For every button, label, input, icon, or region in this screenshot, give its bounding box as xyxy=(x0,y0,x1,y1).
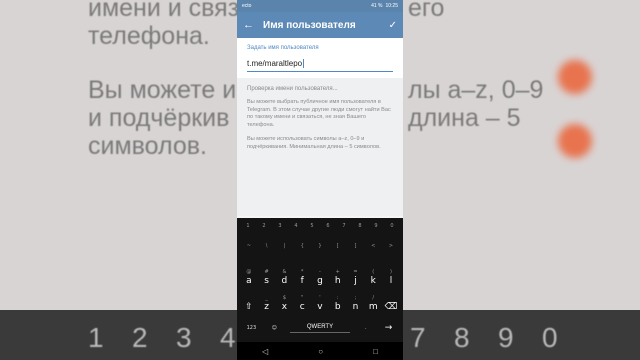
keyboard-row: 123 ☺ QWERTY . → xyxy=(237,322,403,333)
background-digit: 2 xyxy=(132,322,148,353)
enter-key-icon[interactable]: → xyxy=(382,323,396,333)
keyboard-key-k[interactable]: (k xyxy=(366,268,380,286)
keyboard-key-h[interactable]: + h xyxy=(331,268,345,286)
background-text: и подчёркив xyxy=(88,104,230,132)
background-text: Вы можете и xyxy=(88,76,237,104)
text-caret xyxy=(303,59,305,68)
keyboard-key[interactable]: 3 xyxy=(273,222,287,230)
keyboard-key-s[interactable]: # s xyxy=(260,268,274,286)
nav-back-icon[interactable]: ◁ xyxy=(262,347,268,356)
keyboard-key[interactable]: 2 xyxy=(257,222,271,230)
checkmark-icon[interactable]: ✓ xyxy=(389,20,397,31)
username-input[interactable]: t.me/maraltlepo xyxy=(247,59,393,72)
keyboard-key-g[interactable]: -g xyxy=(313,268,327,286)
on-screen-keyboard: 1 2 3 4 5 6 7 8 9 0 ~ \ | { } [ ] < > @ a… xyxy=(237,218,403,342)
shift-key-icon[interactable]: ⇧ xyxy=(242,294,256,312)
background-text: лы a–z, 0–9 xyxy=(408,76,544,104)
keyboard-key-c[interactable]: " c xyxy=(295,294,309,312)
keyboard-key[interactable]: 6 xyxy=(321,222,335,230)
phone-screen: ecto 41 % 10:25 ← Имя пользователя ✓ Зад… xyxy=(237,0,403,360)
keyboard-key[interactable]: 1 xyxy=(241,222,255,230)
background-right-panel xyxy=(403,0,640,310)
keyboard-key-a[interactable]: @ a xyxy=(242,268,256,286)
keyboard-key[interactable]: ~ xyxy=(242,242,256,250)
page-title: Имя пользователя xyxy=(263,19,356,31)
status-bar: ecto 41 % 10:25 xyxy=(237,0,403,12)
space-bar[interactable]: QWERTY xyxy=(289,322,350,333)
keyboard-key[interactable]: 0 xyxy=(385,222,399,230)
checking-status: Проверка имени пользователя... xyxy=(247,86,338,92)
background-text: телефона. xyxy=(88,22,210,50)
symbols-mode-key[interactable]: 123 xyxy=(244,325,258,331)
keyboard-key[interactable]: | xyxy=(277,242,291,250)
navigation-bar: ◁ ○ □ xyxy=(237,342,403,360)
info-paragraph: Вы можете выбрать публичное имя пользова… xyxy=(247,99,391,128)
username-section: Задать имя пользователя t.me/maraltlepo xyxy=(237,38,403,78)
keyboard-key[interactable]: 8 xyxy=(353,222,367,230)
keyboard-key-d[interactable]: & d xyxy=(277,268,291,286)
background-digit: 0 xyxy=(542,322,558,353)
arrow-back-icon[interactable]: ← xyxy=(243,19,257,31)
background-digit: 4 xyxy=(220,322,236,353)
keyboard-key-j[interactable]: = j xyxy=(348,268,362,286)
keyboard-key[interactable]: > xyxy=(384,242,398,250)
background-text: его xyxy=(408,0,445,22)
keyboard-key[interactable]: 7 xyxy=(337,222,351,230)
keyboard-key[interactable]: \ xyxy=(260,242,274,250)
keyboard-row: ⇧ _ z $ x " c ' v :b ; n / m ⌫ xyxy=(237,294,403,312)
nav-home-icon[interactable]: ○ xyxy=(318,347,323,356)
keyboard-key[interactable]: ] xyxy=(348,242,362,250)
keyboard-key-m[interactable]: / m xyxy=(366,294,380,312)
keyboard-key[interactable]: 9 xyxy=(369,222,383,230)
background-digit: 9 xyxy=(498,322,514,353)
background-digit: 7 xyxy=(410,322,426,353)
username-input-value: t.me/maraltlepo xyxy=(247,59,303,68)
keyboard-row: @ a # s & d * f -g + h = j (k ) l xyxy=(237,268,403,286)
username-field-label: Задать имя пользователя xyxy=(247,45,319,51)
background-orange-circle xyxy=(558,60,592,94)
keyboard-row: 1 2 3 4 5 6 7 8 9 0 xyxy=(237,222,403,230)
keyboard-key[interactable]: 4 xyxy=(289,222,303,230)
keyboard-key-n[interactable]: ; n xyxy=(348,294,362,312)
background-text: имени и связа xyxy=(88,0,254,22)
background-digit: 8 xyxy=(454,322,470,353)
keyboard-key-v[interactable]: ' v xyxy=(313,294,327,312)
keyboard-key[interactable]: } xyxy=(313,242,327,250)
keyboard-key[interactable]: [ xyxy=(331,242,345,250)
app-bar: ← Имя пользователя ✓ xyxy=(237,12,403,38)
keyboard-row: ~ \ | { } [ ] < > xyxy=(237,242,403,250)
keyboard-key-b[interactable]: :b xyxy=(331,294,345,312)
info-paragraph: Вы можете использовать символы a–z, 0–9 … xyxy=(247,136,381,150)
backspace-key-icon[interactable]: ⌫ xyxy=(384,294,398,312)
background-text: длина – 5 xyxy=(408,104,521,132)
background-text: символов. xyxy=(88,132,208,160)
clock: 10:25 xyxy=(385,3,398,9)
keyboard-key-l[interactable]: ) l xyxy=(384,268,398,286)
keyboard-key-x[interactable]: $ x xyxy=(277,294,291,312)
keyboard-key[interactable]: 5 xyxy=(305,222,319,230)
emoji-key-icon[interactable]: ☺ xyxy=(267,325,281,331)
keyboard-key-z[interactable]: _ z xyxy=(260,294,274,312)
background-digit: 3 xyxy=(176,322,192,353)
keyboard-key-f[interactable]: * f xyxy=(295,268,309,286)
period-key[interactable]: . xyxy=(359,325,373,331)
keyboard-key[interactable]: < xyxy=(366,242,380,250)
background-digit: 1 xyxy=(88,322,104,353)
status-carrier: ecto xyxy=(242,3,252,9)
nav-recents-icon[interactable]: □ xyxy=(373,347,378,356)
background-orange-circle xyxy=(558,124,592,158)
battery-level: 41 % xyxy=(371,3,383,9)
keyboard-key[interactable]: { xyxy=(295,242,309,250)
info-area: Проверка имени пользователя... Вы можете… xyxy=(237,78,403,216)
